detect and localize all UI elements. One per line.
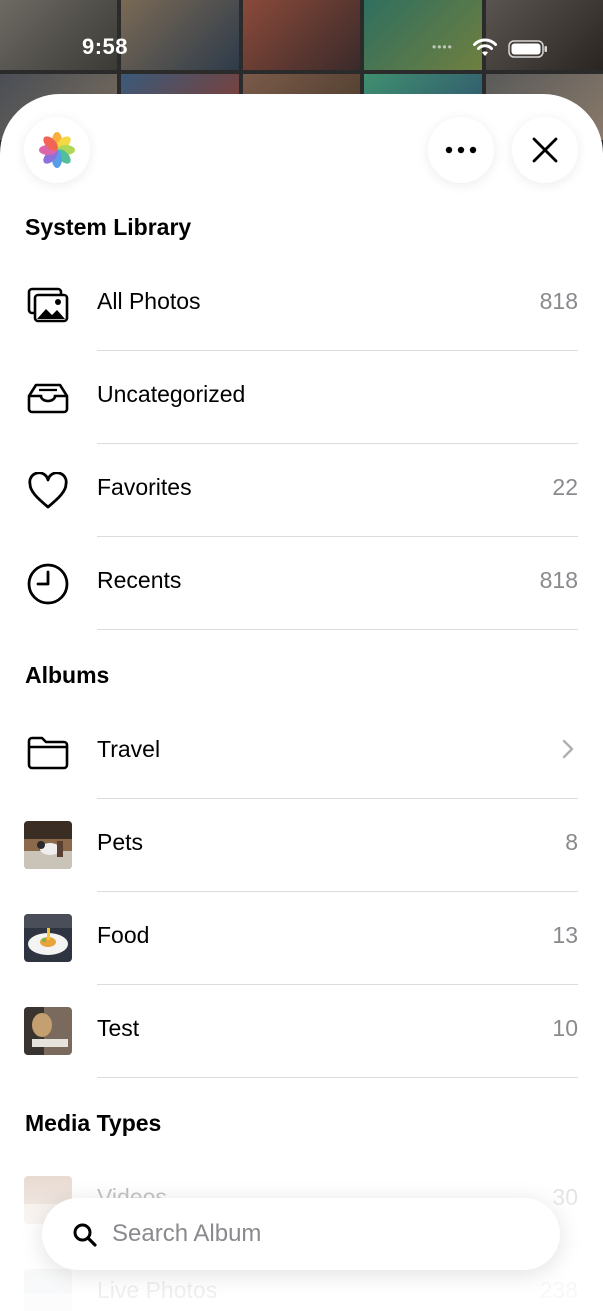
search-bar[interactable] [42,1198,560,1270]
sidebar-item-uncategorized[interactable]: Uncategorized [0,351,603,444]
sidebar-item-all-photos[interactable]: All Photos 818 [0,258,603,351]
item-label: Pets [97,829,144,855]
sidebar-item-favorites[interactable]: Favorites 22 [0,444,603,537]
status-bar: 9:58 •••• [0,0,603,95]
item-label: All Photos [97,288,201,314]
item-count: 8 [565,829,578,855]
photos-app-button[interactable] [24,117,90,183]
item-count: 30 [552,1184,578,1210]
item-count: 10 [552,1015,578,1041]
item-label: Uncategorized [97,381,246,407]
album-picker-sheet: System Library All Photos 818 Uncategori… [0,94,603,1311]
album-item-test[interactable]: Test 10 [0,985,603,1078]
more-options-button[interactable] [428,117,494,183]
chevron-right-icon [562,739,574,759]
item-label: Live Photos [97,1277,218,1303]
ellipsis-icon [445,146,477,154]
heart-icon [24,468,72,514]
close-button[interactable] [512,117,578,183]
divider [97,1077,578,1078]
album-thumbnail [24,1269,72,1311]
album-thumbnail [24,821,72,869]
item-count: 13 [552,922,578,948]
cellular-dots-icon: •••• [432,40,453,54]
item-count: 238 [539,1277,578,1303]
item-label: Favorites [97,474,192,500]
divider [97,629,578,630]
search-icon [73,1223,97,1247]
item-label: Recents [97,567,182,593]
photo-stack-icon [24,282,72,328]
album-item-travel[interactable]: Travel [0,706,603,799]
search-input[interactable] [112,1216,532,1252]
section-title-system-library: System Library [25,214,192,240]
tray-icon [24,375,72,421]
album-item-food[interactable]: Food 13 [0,892,603,985]
item-label: Test [97,1015,140,1041]
section-title-albums: Albums [25,662,110,688]
battery-icon [508,40,547,58]
clock-icon [24,561,72,607]
item-label: Travel [97,736,161,762]
item-count: 818 [539,288,578,314]
album-thumbnail [24,1007,72,1055]
album-thumbnail [24,914,72,962]
section-title-media-types: Media Types [25,1110,162,1136]
item-label: Food [97,922,150,948]
wifi-icon [473,38,497,56]
folder-icon [24,730,72,776]
item-count: 818 [539,567,578,593]
close-icon [532,137,558,163]
status-time: 9:58 [82,34,129,59]
sidebar-item-recents[interactable]: Recents 818 [0,537,603,630]
album-item-pets[interactable]: Pets 8 [0,799,603,892]
photos-app-icon [39,132,75,168]
item-count: 22 [552,474,578,500]
